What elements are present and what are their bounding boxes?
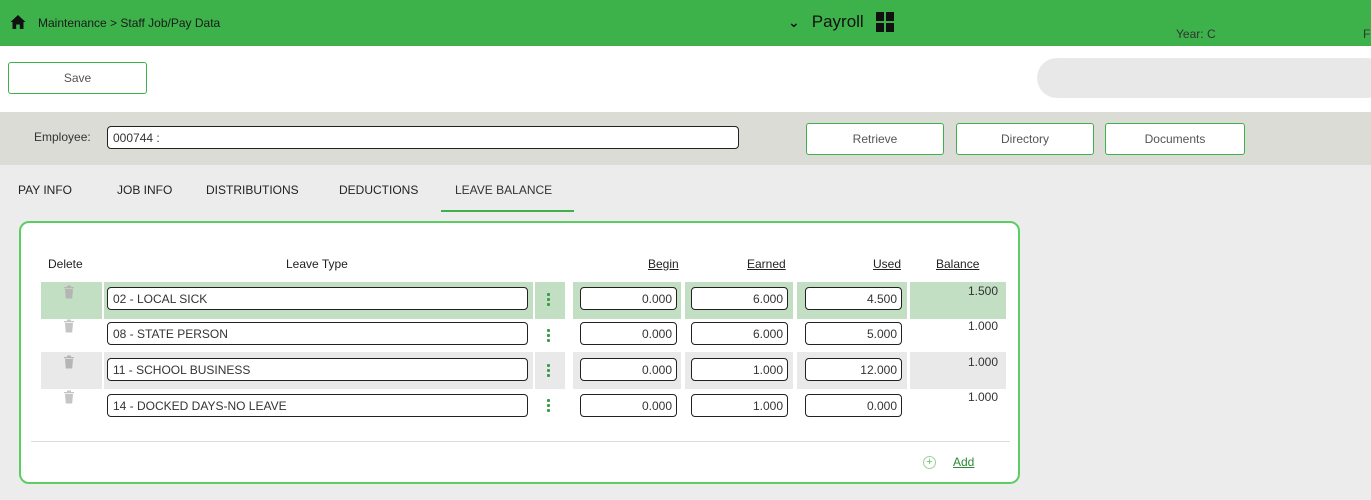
- year-value: C: [1206, 27, 1216, 41]
- used-input[interactable]: [805, 358, 902, 381]
- kebab-menu-icon[interactable]: [545, 293, 551, 307]
- employee-input[interactable]: [107, 126, 739, 149]
- leave-type-input[interactable]: [107, 322, 528, 345]
- begin-input[interactable]: [580, 358, 677, 381]
- begin-input[interactable]: [580, 287, 677, 310]
- begin-input[interactable]: [580, 322, 677, 345]
- trash-icon[interactable]: [63, 285, 75, 299]
- kebab-menu-icon[interactable]: [545, 399, 551, 413]
- kebab-menu-icon[interactable]: [545, 329, 551, 343]
- header-leave-type: Leave Type: [286, 257, 348, 271]
- earned-input[interactable]: [691, 358, 788, 381]
- save-button[interactable]: Save: [8, 62, 147, 94]
- employee-label: Employee:: [34, 130, 91, 144]
- f-label: F: [1363, 27, 1371, 41]
- add-circle-icon[interactable]: +: [923, 456, 936, 469]
- top-bar: Maintenance > Staff Job/Pay Data ⌄ Payro…: [0, 0, 1371, 46]
- header-balance[interactable]: Balance: [936, 257, 979, 271]
- module-name: Payroll: [811, 12, 864, 31]
- action-bar: Save: [0, 46, 1371, 112]
- tab-leave-balance[interactable]: LEAVE BALANCE: [455, 183, 552, 197]
- leave-balance-panel: Delete Leave Type Begin Earned Used Bala…: [19, 221, 1020, 484]
- leave-type-input[interactable]: [107, 358, 528, 381]
- earned-input[interactable]: [691, 287, 788, 310]
- balance-value: 1.000: [967, 319, 998, 333]
- used-input[interactable]: [805, 322, 902, 345]
- header-begin[interactable]: Begin: [648, 257, 679, 271]
- year-label: Year: C: [1176, 27, 1216, 41]
- breadcrumb[interactable]: Maintenance > Staff Job/Pay Data: [38, 16, 220, 30]
- retrieve-button[interactable]: Retrieve: [806, 123, 944, 155]
- tab-job-info[interactable]: JOB INFO: [117, 183, 172, 197]
- earned-input[interactable]: [691, 322, 788, 345]
- chevron-down-icon[interactable]: ⌄: [788, 14, 800, 31]
- add-row-link[interactable]: Add: [953, 455, 974, 469]
- tab-distributions[interactable]: DISTRIBUTIONS: [206, 183, 299, 197]
- tab-pay-info[interactable]: PAY INFO: [18, 183, 72, 197]
- year-pill: [1037, 58, 1371, 98]
- apps-grid-icon[interactable]: [875, 12, 896, 32]
- home-icon[interactable]: [10, 14, 26, 30]
- module-selector[interactable]: ⌄ Payroll: [788, 10, 896, 34]
- used-input[interactable]: [805, 394, 902, 417]
- directory-button[interactable]: Directory: [956, 123, 1094, 155]
- documents-button[interactable]: Documents: [1105, 123, 1245, 155]
- begin-input[interactable]: [580, 394, 677, 417]
- balance-value: 1.500: [967, 284, 998, 298]
- active-tab-indicator: [441, 210, 574, 212]
- kebab-menu-icon[interactable]: [545, 364, 551, 378]
- trash-icon[interactable]: [63, 319, 75, 333]
- balance-value: 1.000: [967, 390, 998, 404]
- earned-input[interactable]: [691, 394, 788, 417]
- leave-type-input[interactable]: [107, 287, 528, 310]
- leave-type-input[interactable]: [107, 394, 528, 417]
- tab-deductions[interactable]: DEDUCTIONS: [339, 183, 418, 197]
- employee-bar: Employee: Retrieve Directory Documents: [0, 112, 1371, 165]
- trash-icon[interactable]: [63, 355, 75, 369]
- header-used[interactable]: Used: [873, 257, 901, 271]
- header-earned[interactable]: Earned: [747, 257, 786, 271]
- header-delete: Delete: [48, 257, 83, 271]
- table-divider: [31, 441, 1010, 442]
- used-input[interactable]: [805, 287, 902, 310]
- balance-value: 1.000: [967, 355, 998, 369]
- trash-icon[interactable]: [63, 390, 75, 404]
